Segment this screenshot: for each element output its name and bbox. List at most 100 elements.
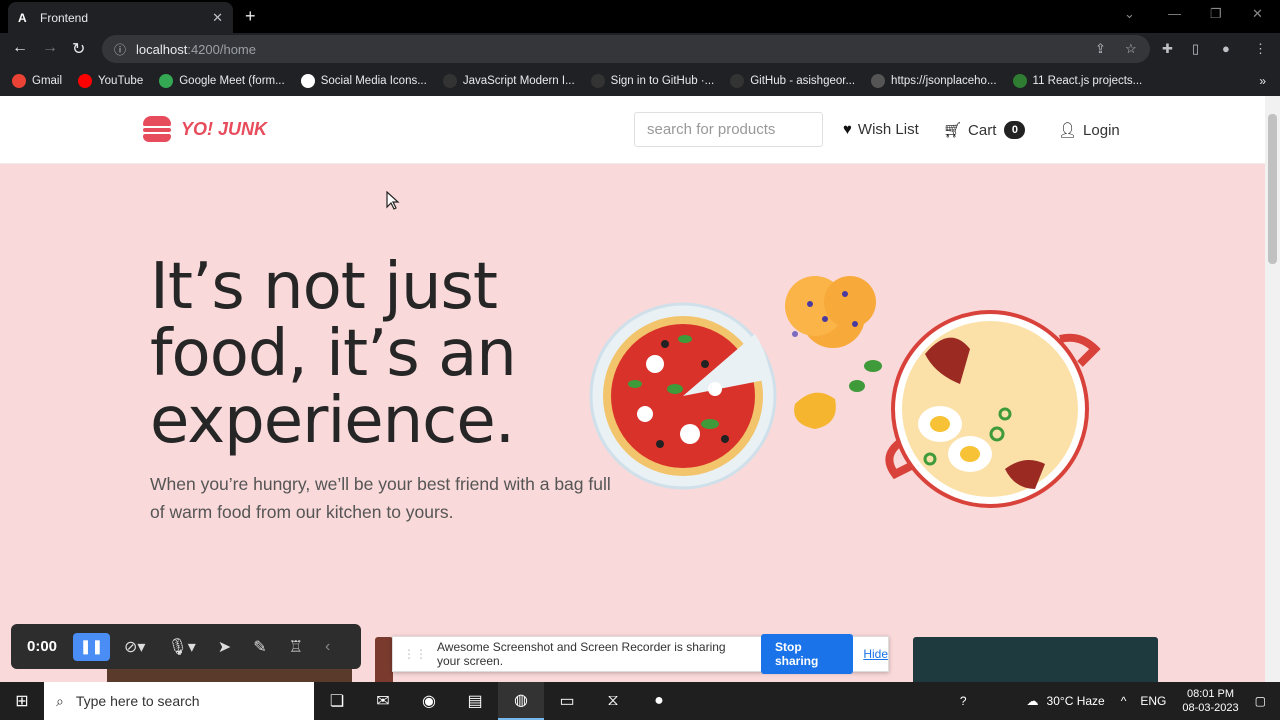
clock-time: 08:01 PM — [1186, 688, 1235, 700]
screen-sharing-bar: ⋮⋮ Awesome Screenshot and Screen Recorde… — [392, 634, 889, 674]
forward-icon[interactable]: → — [42, 39, 58, 57]
share-icon[interactable]: ⇪ — [1095, 41, 1106, 57]
clock-date: 08-03-2023 — [1182, 702, 1239, 714]
windows-taskbar: ⊞ ⌕ Type here to search ❏ ✉ ◉ ▤ ◍ ▭ ⧖ ● … — [0, 682, 1280, 720]
url-host: localhost — [136, 41, 188, 57]
user-icon: 👤︎ — [1058, 122, 1078, 139]
ramen-pot-illustration — [885, 310, 1101, 508]
bookmark-favicon-icon — [300, 73, 315, 88]
side-panel-icon[interactable]: ▯ — [1192, 41, 1199, 57]
recorder-toolbar: 0:00 ❚❚ ⊘▾ 🎙︎▾ ➤ ✎ ♖ ‹ — [11, 624, 361, 669]
language-indicator[interactable]: ENG — [1140, 694, 1166, 708]
wishlist-label: Wish List — [857, 121, 919, 138]
system-tray: ? ☁ 30°C Haze ^ ENG 08:01 PM 08-03-2023 … — [960, 682, 1280, 720]
chips-illustration — [794, 360, 882, 429]
hide-button[interactable]: Hide — [863, 647, 888, 661]
bookmark-star-icon[interactable]: ☆ — [1125, 41, 1137, 57]
bookmark-item[interactable]: 11 React.js projects... — [1012, 73, 1143, 88]
terminal-icon[interactable]: ▭ — [544, 682, 590, 720]
site-info-icon[interactable]: ⓘ — [114, 41, 126, 58]
vscode-icon[interactable]: ⧖ — [590, 682, 636, 720]
heart-icon: ♥ — [843, 121, 852, 138]
mouse-cursor-icon — [386, 191, 400, 210]
extensions-icon[interactable]: ✚ — [1162, 41, 1173, 57]
restore-icon[interactable]: ❐ — [1210, 6, 1222, 22]
bookmark-item[interactable]: GitHub - asishgeor... — [730, 73, 855, 88]
site-logo[interactable]: YO! JUNK — [143, 116, 267, 142]
new-tab-icon[interactable]: + — [245, 6, 256, 27]
url-path: :4200/home — [187, 41, 256, 57]
sharing-message: Awesome Screenshot and Screen Recorder i… — [437, 640, 726, 668]
collapse-icon[interactable]: ‹ — [325, 638, 330, 656]
wishlist-link[interactable]: ♥ Wish List — [843, 121, 919, 138]
bookmark-favicon-icon — [159, 73, 174, 88]
stop-sharing-button[interactable]: Stop sharing — [760, 634, 854, 674]
product-search-input[interactable] — [634, 112, 823, 147]
close-tab-icon[interactable]: ✕ — [212, 10, 223, 26]
tab-search-icon[interactable]: ⌄ — [1124, 6, 1135, 22]
reload-icon[interactable]: ↻ — [72, 39, 85, 59]
menu-icon[interactable]: ⋮ — [1254, 41, 1267, 57]
browser-tab[interactable]: A Frontend ✕ — [8, 2, 233, 33]
bookmark-label: Sign in to GitHub ·... — [610, 74, 715, 87]
bookmark-favicon-icon — [12, 73, 26, 88]
hero-subline: When you’re hungry, we’ll be your best f… — [150, 474, 611, 522]
bookmark-item[interactable]: Social Media Icons... — [300, 73, 427, 88]
mail-icon[interactable]: ✉ — [360, 682, 406, 720]
taskbar-clock[interactable]: 08:01 PM 08-03-2023 — [1182, 687, 1238, 715]
eraser-icon[interactable]: ♖ — [289, 637, 303, 657]
product-card-thumbnail[interactable] — [375, 637, 393, 682]
bookmark-label: Social Media Icons... — [320, 74, 427, 87]
hero-headline: It’s not just food, it’s an experience. — [150, 250, 517, 458]
pointer-icon[interactable]: ➤ — [218, 637, 231, 657]
angular-favicon-icon: A — [18, 10, 27, 25]
profile-icon[interactable]: ● — [1222, 41, 1230, 56]
bookmark-favicon-icon — [442, 73, 457, 88]
taskbar-search-box[interactable]: ⌕ Type here to search — [44, 682, 314, 720]
minimize-icon[interactable]: — — [1168, 6, 1181, 21]
bookmark-label: Gmail — [32, 74, 63, 87]
bookmark-label: YouTube — [98, 74, 144, 87]
bookmark-favicon-icon — [730, 73, 745, 88]
bookmark-item[interactable]: Google Meet (form... — [159, 73, 285, 88]
pause-recording-button[interactable]: ❚❚ — [73, 632, 110, 661]
bookmark-item[interactable]: Sign in to GitHub ·... — [590, 73, 715, 88]
mongodb-compass-icon[interactable]: ● — [636, 682, 682, 720]
drag-handle-icon[interactable]: ⋮⋮ — [403, 647, 427, 661]
notifications-icon[interactable]: ▢ — [1255, 694, 1266, 708]
page-scrollbar[interactable] — [1265, 96, 1280, 682]
bookmark-item[interactable]: Gmail — [12, 73, 63, 88]
help-icon[interactable]: ? — [960, 694, 967, 708]
task-view-icon[interactable]: ❏ — [314, 682, 360, 720]
bookmark-label: 11 React.js projects... — [1032, 74, 1143, 87]
weather-text[interactable]: 30°C Haze — [1047, 694, 1105, 708]
bookmark-label: Google Meet (form... — [179, 74, 285, 87]
file-explorer-icon[interactable]: ▤ — [452, 682, 498, 720]
bookmark-item[interactable]: https://jsonplaceho... — [871, 73, 997, 88]
media-player-icon[interactable]: ◉ — [406, 682, 452, 720]
bookmark-favicon-icon — [871, 73, 886, 88]
bookmark-label: https://jsonplaceho... — [891, 74, 997, 87]
window-close-icon[interactable]: ✕ — [1252, 6, 1263, 22]
login-link[interactable]: 👤︎ Login — [1058, 121, 1120, 140]
hero-section: It’s not just food, it’s an experience. … — [0, 164, 1265, 682]
recording-time: 0:00 — [27, 638, 58, 655]
address-bar[interactable]: ⓘ localhost:4200/home — [102, 35, 1150, 63]
scrollbar-thumb[interactable] — [1268, 114, 1277, 264]
bookmark-favicon-icon — [1012, 73, 1027, 88]
bookmark-item[interactable]: JavaScript Modern I... — [442, 73, 575, 88]
weather-icon: ☁ — [1026, 694, 1039, 708]
more-bookmarks-icon[interactable]: » — [1259, 74, 1266, 88]
tab-title: Frontend — [40, 10, 89, 25]
cart-link[interactable]: 🛒︎ Cart 0 — [943, 121, 1026, 139]
pen-icon[interactable]: ✎ — [253, 637, 266, 657]
windows-start-icon[interactable]: ⊞ — [0, 691, 44, 711]
bookmark-item[interactable]: YouTube — [78, 73, 144, 88]
back-icon[interactable]: ← — [12, 39, 28, 57]
chrome-icon[interactable]: ◍ — [498, 682, 544, 720]
camera-off-icon[interactable]: ⊘▾ — [124, 637, 145, 657]
tray-expand-icon[interactable]: ^ — [1121, 694, 1127, 708]
mic-off-icon[interactable]: 🎙︎▾ — [167, 637, 195, 657]
product-card-thumbnail[interactable] — [913, 637, 1158, 682]
brand-name: YO! JUNK — [181, 118, 268, 139]
